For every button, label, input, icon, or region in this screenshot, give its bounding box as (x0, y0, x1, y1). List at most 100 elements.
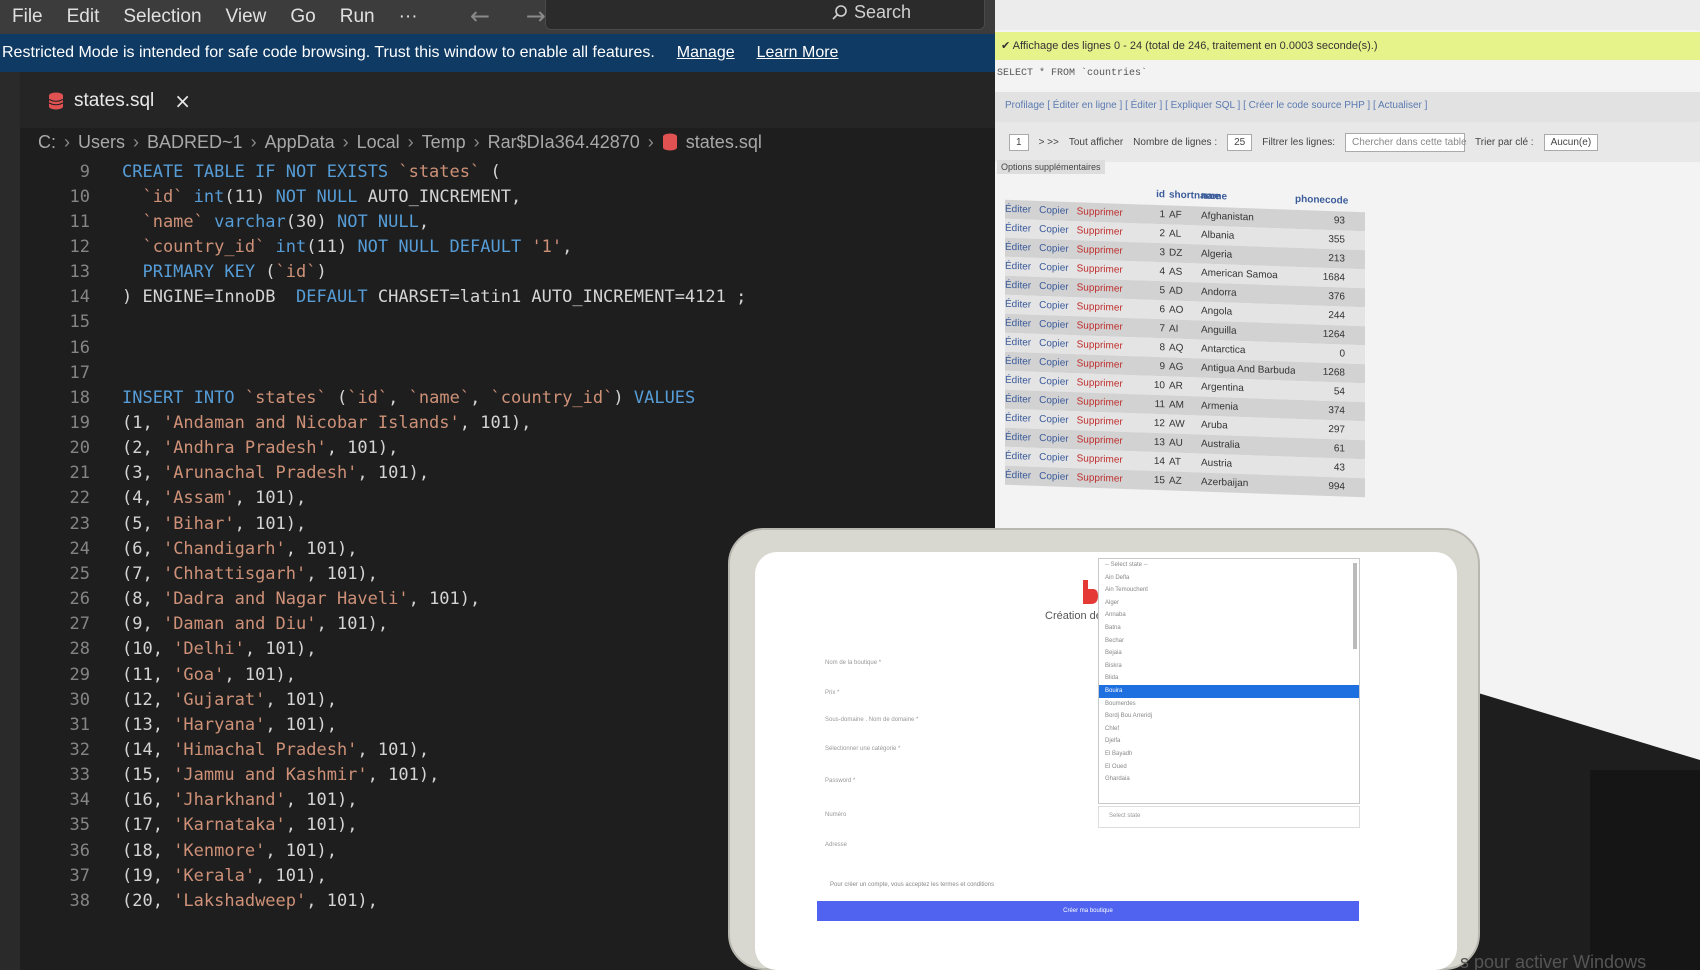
delete-link[interactable]: Supprimer (1077, 415, 1123, 428)
edit-link[interactable]: Éditer (1005, 261, 1031, 273)
copy-link[interactable]: Copier (1039, 319, 1068, 331)
edit-link[interactable]: Éditer (1005, 242, 1031, 254)
code-line[interactable]: 21 (3, 'Arunachal Pradesh', 101), (20, 460, 430, 487)
edit-link[interactable]: Éditer (1005, 375, 1031, 387)
code-line[interactable]: 22 (4, 'Assam', 101), (20, 485, 307, 512)
subdomain-field[interactable]: Sous-domaine . Nom de domaine * (825, 717, 918, 723)
breadcrumb-item[interactable]: Local (357, 132, 400, 153)
delete-link[interactable]: Supprimer (1077, 320, 1123, 333)
state-option[interactable]: Batna (1099, 622, 1359, 635)
code-line[interactable]: 18 INSERT INTO `states` (`id`, `name`, `c… (20, 384, 696, 411)
edit-link[interactable]: Éditer (1005, 394, 1031, 406)
code-line[interactable]: 11 `name` varchar(30) NOT NULL, (20, 208, 430, 235)
state-option[interactable]: Annaba (1099, 609, 1359, 622)
delete-link[interactable]: Supprimer (1077, 339, 1123, 352)
rows-select[interactable]: 25 (1227, 133, 1253, 151)
copy-link[interactable]: Copier (1039, 452, 1068, 464)
code-line[interactable]: 9 CREATE TABLE IF NOT EXISTS `states` ( (20, 158, 501, 185)
copy-link[interactable]: Copier (1039, 433, 1068, 445)
code-line[interactable]: 36 (18, 'Kenmore', 101), (20, 837, 337, 864)
edit-link[interactable]: Éditer (1005, 470, 1031, 482)
copy-link[interactable]: Copier (1039, 414, 1068, 426)
copy-link[interactable]: Copier (1039, 205, 1068, 217)
code-line[interactable]: 26 (8, 'Dadra and Nagar Haveli', 101), (20, 586, 481, 613)
code-line[interactable]: 23 (5, 'Bihar', 101), (20, 510, 307, 537)
delete-link[interactable]: Supprimer (1077, 396, 1123, 409)
code-line[interactable]: 24 (6, 'Chandigarh', 101), (20, 535, 358, 562)
column-header[interactable]: shortname (1169, 189, 1220, 206)
state-option[interactable]: Bordj Bou Arreridj (1099, 710, 1359, 723)
delete-link[interactable]: Supprimer (1077, 453, 1123, 466)
code-line[interactable]: 35 (17, 'Karnataka', 101), (20, 812, 358, 839)
code-line[interactable]: 19 (1, 'Andaman and Nicobar Islands', 101… (20, 410, 532, 437)
code-line[interactable]: 34 (16, 'Jharkhand', 101), (20, 787, 358, 814)
code-line[interactable]: 15 (20, 309, 90, 336)
show-all-checkbox[interactable]: Tout afficher (1069, 137, 1123, 148)
close-icon[interactable]: × (174, 89, 191, 113)
edit-link[interactable]: Éditer (1005, 451, 1031, 463)
scrollbar[interactable] (1353, 563, 1357, 649)
delete-link[interactable]: Supprimer (1077, 472, 1123, 485)
menu-view[interactable]: View (214, 6, 279, 28)
copy-link[interactable]: Copier (1039, 243, 1068, 255)
state-option[interactable]: Ain Temouchent (1099, 584, 1359, 597)
state-option[interactable]: -- Select state -- (1099, 559, 1359, 572)
menu-edit[interactable]: Edit (55, 6, 112, 28)
delete-link[interactable]: Supprimer (1077, 282, 1123, 295)
state-option[interactable]: Biskra (1099, 660, 1359, 673)
copy-link[interactable]: Copier (1039, 300, 1068, 312)
category-field[interactable]: Sélectionner une catégorie * (825, 746, 900, 752)
code-line[interactable]: 30 (12, 'Gujarat', 101), (20, 686, 337, 713)
state-option[interactable]: Boumerdes (1099, 698, 1359, 711)
delete-link[interactable]: Supprimer (1077, 263, 1123, 276)
code-line[interactable]: 32 (14, 'Himachal Pradesh', 101), (20, 736, 430, 763)
code-line[interactable]: 10 `id` int(11) NOT NULL AUTO_INCREMENT, (20, 183, 522, 210)
state-select[interactable]: Select state (1098, 806, 1360, 828)
copy-link[interactable]: Copier (1039, 224, 1068, 236)
menu-more[interactable]: ··· (387, 6, 430, 28)
state-option[interactable]: Ain Defla (1099, 572, 1359, 585)
menu-go[interactable]: Go (278, 6, 327, 28)
copy-link[interactable]: Copier (1039, 281, 1068, 293)
page-select[interactable]: 1 (1009, 133, 1029, 151)
code-line[interactable]: 37 (19, 'Kerala', 101), (20, 862, 327, 889)
code-line[interactable]: 25 (7, 'Chhattisgarh', 101), (20, 560, 378, 587)
code-line[interactable]: 16 (20, 334, 90, 361)
edit-link[interactable]: Éditer (1005, 432, 1031, 444)
breadcrumb-item[interactable]: Rar$DIa364.42870 (488, 132, 640, 153)
filter-input[interactable]: Chercher dans cette table (1345, 132, 1467, 152)
state-option[interactable]: Ghardaia (1099, 773, 1359, 786)
menu-file[interactable]: File (0, 6, 55, 28)
code-line[interactable]: 33 (15, 'Jammu and Kashmir', 101), (20, 762, 440, 789)
copy-link[interactable]: Copier (1039, 471, 1068, 483)
code-line[interactable]: 20 (2, 'Andhra Pradesh', 101), (20, 435, 399, 462)
page-nav[interactable]: > >> (1039, 137, 1059, 148)
code-line[interactable]: 13 PRIMARY KEY (`id`) (20, 259, 327, 286)
breadcrumb-item[interactable]: C: (38, 132, 56, 153)
state-option[interactable]: El Oued (1099, 761, 1359, 774)
copy-link[interactable]: Copier (1039, 357, 1068, 369)
edit-link[interactable]: Éditer (1005, 204, 1031, 216)
state-option[interactable]: Bechar (1099, 635, 1359, 648)
state-option[interactable]: El Bayadh (1099, 748, 1359, 761)
menu-run[interactable]: Run (328, 6, 387, 28)
price-field[interactable]: Prix * (825, 690, 839, 696)
state-option[interactable]: Alger (1099, 597, 1359, 610)
address-field[interactable]: Adresse (825, 842, 847, 848)
edit-link[interactable]: Éditer (1005, 356, 1031, 368)
code-line[interactable]: 14) ENGINE=InnoDB DEFAULT CHARSET=latin1… (20, 284, 747, 311)
edit-link[interactable]: Éditer (1005, 318, 1031, 330)
tab-states-sql[interactable]: states.sql × (38, 80, 201, 122)
command-search-box[interactable]: Search (545, 0, 985, 30)
copy-link[interactable]: Copier (1039, 262, 1068, 274)
code-line[interactable]: 29 (11, 'Goa', 101), (20, 661, 297, 688)
query-links[interactable]: Profilage [ Éditer en ligne ] [ Éditer ]… (995, 92, 1700, 122)
breadcrumb-item[interactable]: Users (78, 132, 125, 153)
delete-link[interactable]: Supprimer (1077, 225, 1123, 238)
edit-link[interactable]: Éditer (1005, 337, 1031, 349)
edit-link[interactable]: Éditer (1005, 280, 1031, 292)
phone-field[interactable]: Numéro (825, 812, 846, 818)
breadcrumb-item[interactable]: Temp (422, 132, 466, 153)
delete-link[interactable]: Supprimer (1077, 377, 1123, 390)
state-option[interactable]: Bejaia (1099, 647, 1359, 660)
